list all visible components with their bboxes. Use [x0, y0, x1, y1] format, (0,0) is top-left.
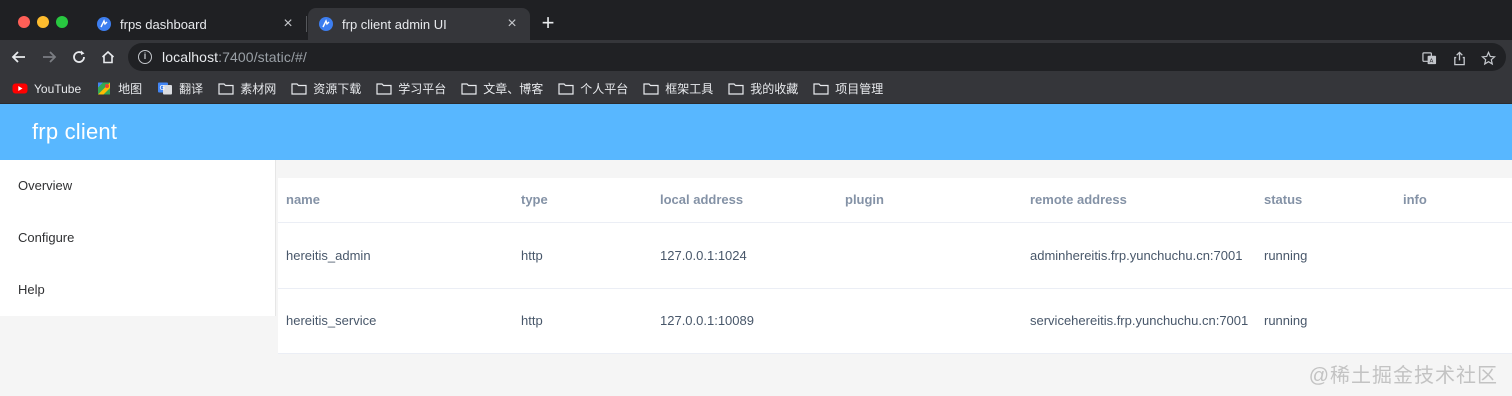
folder-icon	[643, 82, 659, 96]
translate-icon: G	[157, 82, 173, 96]
bookmark-folder[interactable]: 个人平台	[558, 80, 628, 97]
column-header-name[interactable]: name	[286, 178, 511, 222]
bookmark-label: 框架工具	[665, 82, 714, 96]
frp-favicon-icon	[319, 17, 333, 31]
cell-info	[1403, 289, 1503, 353]
new-tab-button[interactable]: +	[538, 12, 558, 35]
bookmark-folder[interactable]: 框架工具	[643, 80, 713, 97]
bookmark-folder[interactable]: 资源下载	[291, 80, 361, 97]
maximize-window-button[interactable]	[56, 16, 68, 28]
bookmark-label: YouTube	[34, 81, 82, 96]
bookmark-translate[interactable]: G 翻译	[157, 80, 203, 97]
youtube-icon	[12, 82, 28, 96]
bookmark-star-icon[interactable]	[1480, 50, 1496, 66]
tab-frp-client-admin[interactable]: frp client admin UI ×	[308, 8, 530, 40]
bookmark-label: 项目管理	[835, 82, 884, 96]
cell-type: http	[521, 313, 543, 328]
column-header-info[interactable]: info	[1403, 178, 1503, 222]
sidebar-item-overview[interactable]: Overview	[0, 160, 275, 212]
bookmark-maps[interactable]: 地图	[96, 80, 142, 97]
bookmark-label: 我的收藏	[750, 82, 799, 96]
bookmark-label: 素材网	[240, 82, 277, 96]
bookmark-folder[interactable]: 素材网	[218, 80, 276, 97]
folder-icon	[376, 82, 392, 96]
folder-icon	[728, 82, 744, 96]
cell-plugin	[845, 223, 1020, 288]
folder-icon	[558, 82, 574, 96]
svg-text:A: A	[1429, 58, 1433, 64]
close-icon[interactable]: ×	[504, 16, 520, 32]
cell-remote-address: servicehereitis.frp.yunchuchu.cn:7001	[1030, 313, 1249, 328]
tab-divider	[306, 16, 307, 32]
bookmark-folder[interactable]: 项目管理	[813, 80, 883, 97]
translate-page-icon[interactable]: A	[1421, 50, 1437, 66]
folder-icon	[291, 82, 307, 96]
cell-local-address: 127.0.0.1:10089	[660, 313, 754, 328]
bookmark-label: 学习平台	[398, 82, 447, 96]
folder-icon	[218, 82, 234, 96]
address-bar[interactable]: i localhost:7400/static/#/ A	[128, 43, 1506, 71]
bookmarks-bar: YouTube 地图 G 翻译 素材网 资源下载 学习平台 文章、博客 个人平台…	[0, 74, 1512, 104]
sidebar-item-help[interactable]: Help	[0, 264, 275, 316]
bookmark-folder[interactable]: 学习平台	[376, 80, 446, 97]
bookmark-folder[interactable]: 我的收藏	[728, 80, 798, 97]
column-header-type[interactable]: type	[521, 178, 651, 222]
cell-status: running	[1264, 247, 1308, 263]
sidebar-item-configure[interactable]: Configure	[0, 212, 275, 264]
share-icon[interactable]	[1451, 50, 1467, 66]
table-row[interactable]: hereitis_service http 127.0.0.1:10089 se…	[278, 289, 1512, 354]
proxy-table: name type local address plugin remote ad…	[278, 178, 1512, 354]
table-header-row: name type local address plugin remote ad…	[278, 178, 1512, 223]
bookmark-youtube[interactable]: YouTube	[12, 82, 81, 96]
cell-info	[1403, 223, 1503, 288]
cell-name: hereitis_admin	[286, 247, 371, 263]
minimize-window-button[interactable]	[37, 16, 49, 28]
url-text: localhost:7400/static/#/	[162, 49, 307, 65]
cell-remote-address: adminhereitis.frp.yunchuchu.cn:7001	[1030, 247, 1243, 263]
bookmark-label: 地图	[118, 82, 143, 96]
forward-arrow-icon[interactable]	[39, 47, 59, 67]
cell-plugin	[845, 289, 1020, 353]
tab-title: frps dashboard	[120, 16, 207, 32]
bookmark-folder[interactable]: 文章、博客	[461, 80, 543, 97]
bookmark-label: 文章、博客	[483, 82, 544, 96]
bookmark-label: 翻译	[179, 82, 204, 96]
browser-toolbar: i localhost:7400/static/#/ A	[0, 40, 1512, 74]
site-info-icon[interactable]: i	[138, 50, 152, 64]
browser-titlebar: frps dashboard × frp client admin UI × +	[0, 0, 1512, 40]
bookmark-label: 个人平台	[580, 82, 629, 96]
cell-local-address: 127.0.0.1:1024	[660, 247, 747, 263]
frp-favicon-icon	[97, 17, 111, 31]
folder-icon	[461, 82, 477, 96]
app-header: frp client	[0, 104, 1512, 160]
close-icon[interactable]: ×	[280, 16, 296, 32]
column-header-plugin[interactable]: plugin	[845, 178, 1020, 222]
maps-icon	[96, 82, 112, 96]
cell-status: running	[1264, 313, 1308, 328]
reload-icon[interactable]	[69, 47, 89, 67]
sidebar-menu: Overview Configure Help	[0, 160, 276, 316]
close-window-button[interactable]	[18, 16, 30, 28]
bookmark-label: 资源下载	[313, 82, 362, 96]
home-icon[interactable]	[98, 47, 118, 67]
watermark: @稀土掘金技术社区	[1308, 365, 1498, 387]
column-header-remote-address[interactable]: remote address	[1030, 178, 1250, 222]
table-row[interactable]: hereitis_admin http 127.0.0.1:1024 admin…	[278, 223, 1512, 289]
folder-icon	[813, 82, 829, 96]
column-header-local-address[interactable]: local address	[660, 178, 835, 222]
back-arrow-icon[interactable]	[9, 47, 29, 67]
cell-type: http	[521, 247, 543, 263]
svg-text:G: G	[160, 84, 165, 92]
column-header-status[interactable]: status	[1264, 178, 1394, 222]
app-title: frp client	[32, 119, 118, 144]
tab-frps-dashboard[interactable]: frps dashboard ×	[86, 8, 306, 40]
tab-title: frp client admin UI	[342, 16, 447, 32]
cell-name: hereitis_service	[286, 313, 377, 328]
